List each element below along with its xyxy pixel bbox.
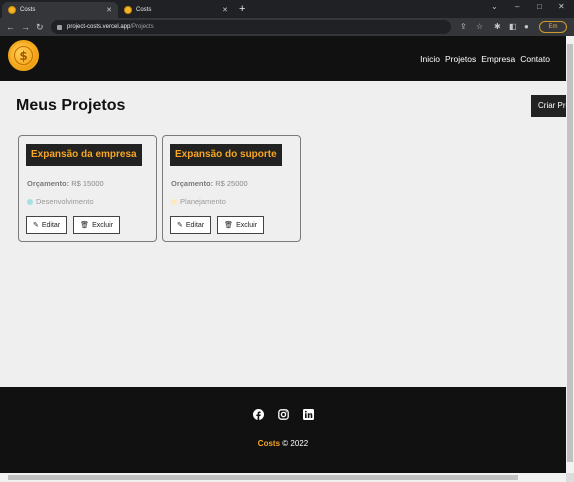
delete-button[interactable]: 🗑 Excluir: [73, 216, 121, 234]
browser-tab-bar: Costs ✕ Costs ✕ + ⌄ – □ ✕: [0, 0, 574, 18]
browser-tab-active[interactable]: Costs ✕: [2, 2, 118, 18]
category-label: Planejamento: [180, 197, 226, 206]
browser-toolbar: ← → ↻ project-costs.vercel.app /Projects…: [0, 18, 574, 36]
bookmark-star-icon[interactable]: ☆: [476, 21, 483, 33]
pencil-icon: ✎: [33, 222, 39, 229]
side-panel-icon[interactable]: ◧: [509, 21, 517, 33]
vertical-scrollbar[interactable]: [566, 36, 574, 473]
share-icon[interactable]: ⇪: [460, 21, 467, 33]
project-title: Expansão do suporte: [170, 144, 282, 166]
horizontal-scroll-thumb[interactable]: [8, 475, 518, 480]
pencil-icon: ✎: [177, 222, 183, 229]
budget-value: R$ 25000: [215, 179, 248, 188]
reload-icon[interactable]: ↻: [36, 21, 44, 33]
project-budget: Orçamento: R$ 15000: [27, 179, 104, 188]
category-label: Desenvolvimento: [36, 197, 94, 206]
footer-brand: Costs: [257, 439, 281, 448]
delete-label: Excluir: [236, 221, 258, 229]
extensions-icon[interactable]: ✱: [494, 21, 501, 33]
edit-label: Editar: [41, 221, 61, 229]
project-category: Desenvolvimento: [27, 197, 94, 206]
lock-icon: [57, 24, 62, 30]
project-card: Expansão da empresa Orçamento: R$ 15000 …: [18, 135, 157, 242]
url-host: project-costs.vercel.app: [67, 24, 131, 30]
trash-icon: 🗑: [224, 222, 234, 229]
main-content: Meus Projetos Criar Projeto Expansão da …: [0, 81, 566, 387]
vertical-scroll-thumb[interactable]: [567, 44, 573, 462]
favicon-coin-icon: [8, 6, 16, 14]
minimize-icon[interactable]: –: [515, 0, 519, 14]
nav-link-projetos[interactable]: Projetos: [445, 54, 476, 64]
facebook-icon[interactable]: [252, 409, 264, 420]
project-budget: Orçamento: R$ 25000: [171, 179, 248, 188]
copyright-text: © 2022: [282, 439, 309, 448]
category-dot-icon: [171, 198, 177, 205]
project-title: Expansão da empresa: [26, 144, 142, 166]
tab-search-icon[interactable]: ⌄: [491, 0, 498, 14]
project-card: Expansão do suporte Orçamento: R$ 25000 …: [162, 135, 301, 242]
social-links: [0, 409, 566, 420]
category-dot-icon: [27, 198, 33, 205]
nav-links: Inicio Projetos Empresa Contato: [415, 36, 550, 81]
window-close-icon[interactable]: ✕: [558, 0, 565, 14]
nav-link-empresa[interactable]: Empresa: [481, 54, 515, 64]
project-category: Planejamento: [171, 197, 226, 206]
tab-title: Costs: [20, 7, 36, 13]
edit-label: Editar: [185, 221, 205, 229]
dollar-sign-icon: $: [14, 46, 33, 65]
browser-tab[interactable]: Costs ✕: [118, 2, 234, 18]
address-bar[interactable]: project-costs.vercel.app /Projects: [51, 20, 451, 34]
nav-link-contato[interactable]: Contato: [520, 54, 550, 64]
scrollbar-corner: [566, 473, 574, 482]
forward-icon[interactable]: →: [21, 21, 30, 33]
create-project-button[interactable]: Criar Projeto: [531, 95, 566, 117]
project-actions: ✎ Editar 🗑 Excluir: [170, 216, 270, 234]
url-path: /Projects: [130, 24, 154, 30]
project-actions: ✎ Editar 🗑 Excluir: [26, 216, 126, 234]
profile-button[interactable]: Em: [539, 21, 567, 33]
copyright: Costs © 2022: [0, 439, 566, 448]
tab-close-icon[interactable]: ✕: [222, 6, 228, 14]
delete-button[interactable]: 🗑 Excluir: [217, 216, 265, 234]
nav-link-inicio[interactable]: Inicio: [420, 54, 440, 64]
edit-button[interactable]: ✎ Editar: [26, 216, 68, 234]
linkedin-icon[interactable]: [302, 409, 314, 420]
costs-logo-icon[interactable]: $: [8, 40, 39, 71]
favicon-coin-icon: [124, 6, 132, 14]
tab-title: Costs: [136, 7, 152, 13]
budget-label: Orçamento:: [171, 179, 214, 188]
trash-icon: 🗑: [80, 222, 90, 229]
footer: Costs © 2022: [0, 387, 566, 473]
app-navbar: $ Inicio Projetos Empresa Contato: [0, 36, 566, 81]
edit-button[interactable]: ✎ Editar: [170, 216, 212, 234]
instagram-icon[interactable]: [277, 409, 289, 420]
horizontal-scrollbar[interactable]: [0, 473, 566, 482]
new-tab-icon[interactable]: +: [239, 2, 245, 16]
tab-close-icon[interactable]: ✕: [106, 6, 112, 14]
avatar-icon[interactable]: ●: [524, 21, 529, 33]
delete-label: Excluir: [92, 221, 114, 229]
page-title: Meus Projetos: [16, 97, 126, 114]
budget-value: R$ 15000: [71, 179, 104, 188]
back-icon[interactable]: ←: [6, 21, 15, 33]
budget-label: Orçamento:: [27, 179, 70, 188]
maximize-icon[interactable]: □: [537, 0, 542, 14]
